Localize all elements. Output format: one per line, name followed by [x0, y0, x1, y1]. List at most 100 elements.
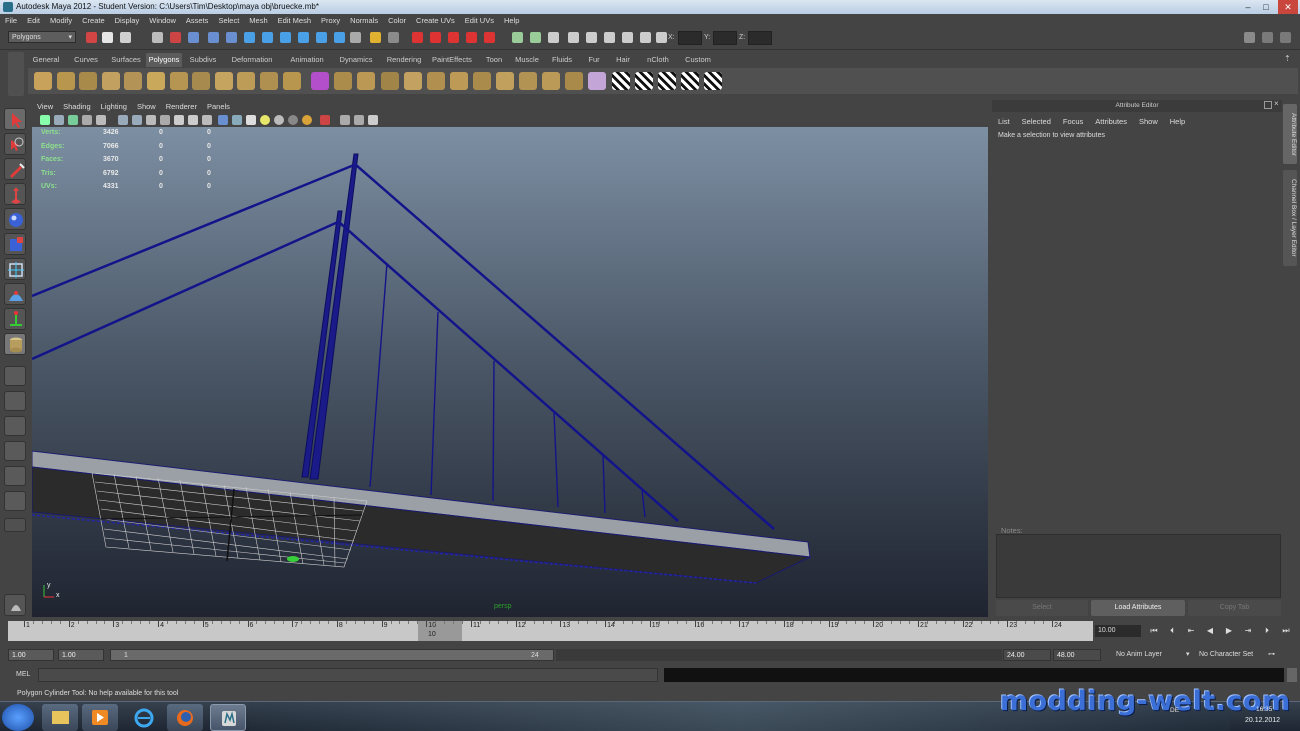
- output-ops-icon[interactable]: [316, 32, 327, 43]
- toggle-attribute-editor-icon[interactable]: [1244, 32, 1255, 43]
- select-by-hierarchy-icon[interactable]: [152, 32, 163, 43]
- anim-layer-dropdown[interactable]: No Anim Layer: [1116, 649, 1162, 661]
- toggle-toolbox-icon[interactable]: [604, 32, 615, 43]
- menu-assets[interactable]: Assets: [181, 14, 214, 28]
- shelf-tab-ncloth[interactable]: nCloth: [640, 53, 676, 67]
- outliner-persp-layout-icon[interactable]: [4, 491, 26, 511]
- z-field[interactable]: [748, 31, 772, 45]
- scale-tool-icon[interactable]: [4, 233, 26, 255]
- spherical-mapping-icon[interactable]: [657, 72, 676, 90]
- move-tool-icon[interactable]: [4, 183, 26, 205]
- snap-to-grid-icon[interactable]: [208, 32, 219, 43]
- xray-joints-icon[interactable]: [368, 115, 378, 125]
- make-live-icon[interactable]: [280, 32, 291, 43]
- select-button[interactable]: Select: [996, 600, 1088, 616]
- toggle-sidebar-icon[interactable]: [586, 32, 597, 43]
- open-scene-icon[interactable]: [102, 32, 113, 43]
- toggle-shelf-icon[interactable]: [512, 32, 523, 43]
- media-player-taskbar-icon[interactable]: [82, 704, 118, 731]
- toggle-panel-icon[interactable]: [568, 32, 579, 43]
- resolution-gate-icon[interactable]: [146, 115, 156, 125]
- xray-icon[interactable]: [340, 115, 350, 125]
- menu-create[interactable]: Create: [77, 14, 110, 28]
- panel-menu-show[interactable]: Show: [132, 101, 161, 113]
- shadows-icon[interactable]: [288, 115, 298, 125]
- attr-menu-focus[interactable]: Focus: [1057, 116, 1089, 128]
- step-back-key-icon[interactable]: ⇤: [1184, 624, 1198, 638]
- grid-icon[interactable]: [118, 115, 128, 125]
- shelf-tab-rendering[interactable]: Rendering: [382, 53, 426, 67]
- animation-end-field[interactable]: 48.00: [1053, 649, 1101, 661]
- toggle-tool-icon[interactable]: [640, 32, 651, 43]
- shelf-tab-painteffects[interactable]: PaintEffects: [428, 53, 476, 67]
- poly-torus-icon[interactable]: [147, 72, 165, 90]
- tray-language[interactable]: DE: [1170, 707, 1179, 714]
- range-slider[interactable]: 1 24: [110, 649, 554, 661]
- separate-icon[interactable]: [311, 72, 330, 90]
- persp-hypershade-layout-icon[interactable]: [4, 466, 26, 486]
- time-slider[interactable]: 10 1 2 3 4 5 6 7 8 9 10 11 12 13 14 15 16 17 18 19 20 21 22 23…: [8, 621, 1093, 641]
- shelf-tab-fluids[interactable]: Fluids: [546, 53, 578, 67]
- wireframe-on-shaded-icon[interactable]: [246, 115, 256, 125]
- shelf-tab-fur[interactable]: Fur: [582, 53, 606, 67]
- field-chart-icon[interactable]: [174, 115, 184, 125]
- current-frame-marker[interactable]: [418, 621, 462, 641]
- gate-mask-icon[interactable]: [160, 115, 170, 125]
- select-tool-icon[interactable]: [4, 108, 26, 130]
- panel-menu-panels[interactable]: Panels: [202, 101, 235, 113]
- internet-explorer-taskbar-icon[interactable]: [126, 704, 162, 731]
- attr-menu-attributes[interactable]: Attributes: [1089, 116, 1133, 128]
- panel-menu-lighting[interactable]: Lighting: [96, 101, 132, 113]
- safe-action-icon[interactable]: [188, 115, 198, 125]
- extract-icon[interactable]: [334, 72, 353, 90]
- paint-select-tool-icon[interactable]: [4, 158, 26, 180]
- float-panel-icon[interactable]: [1264, 101, 1272, 109]
- shelf-tab-curves[interactable]: Curves: [68, 53, 104, 67]
- script-editor-icon[interactable]: [1287, 668, 1297, 682]
- snap-to-curve-icon[interactable]: [226, 32, 237, 43]
- attr-menu-show[interactable]: Show: [1133, 116, 1164, 128]
- mel-input[interactable]: [38, 668, 658, 682]
- explorer-taskbar-icon[interactable]: [42, 704, 78, 731]
- 2d-pan-icon[interactable]: [82, 115, 92, 125]
- menu-mesh[interactable]: Mesh: [244, 14, 272, 28]
- smooth-icon[interactable]: [380, 72, 399, 90]
- perspective-viewport[interactable]: y x Verts: 3426 0 0 Edges: 7066 0 0 Faces: 3670 0 0…: [32, 127, 988, 617]
- lock-icon[interactable]: [370, 32, 381, 43]
- poly-sphere-icon[interactable]: [34, 72, 52, 90]
- load-attributes-button[interactable]: Load Attributes: [1091, 600, 1185, 616]
- planar-mapping-icon[interactable]: [611, 72, 630, 90]
- average-vertices-icon[interactable]: [403, 72, 422, 90]
- shelf-tab-hair[interactable]: Hair: [610, 53, 636, 67]
- panel-menu-renderer[interactable]: Renderer: [161, 101, 202, 113]
- x-field[interactable]: [678, 31, 702, 45]
- current-time-field[interactable]: 10.00: [1095, 625, 1141, 637]
- step-back-frame-icon[interactable]: ⏴: [1165, 624, 1179, 638]
- universal-manipulator-icon[interactable]: [4, 258, 26, 280]
- hardware-texturing-icon[interactable]: [302, 115, 312, 125]
- menu-set-dropdown[interactable]: Polygons ▾: [8, 31, 76, 43]
- menu-edit-uvs[interactable]: Edit UVs: [460, 14, 499, 28]
- menu-normals[interactable]: Normals: [345, 14, 383, 28]
- select-by-component-icon[interactable]: [188, 32, 199, 43]
- menu-modify[interactable]: Modify: [45, 14, 77, 28]
- animation-start-field[interactable]: 1.00: [8, 649, 54, 661]
- rotate-tool-icon[interactable]: [4, 208, 26, 230]
- playback-end-field[interactable]: 24.00: [1003, 649, 1051, 661]
- snap-to-point-icon[interactable]: [244, 32, 255, 43]
- uv-editor-icon[interactable]: [703, 72, 722, 90]
- bevel-icon[interactable]: [519, 72, 538, 90]
- append-polygon-icon[interactable]: [449, 72, 468, 90]
- panel-menu-view[interactable]: View: [32, 101, 58, 113]
- bookmark-icon[interactable]: [54, 115, 64, 125]
- minimize-button[interactable]: –: [1240, 0, 1256, 14]
- poly-platonic-icon[interactable]: [260, 72, 278, 90]
- grease-pencil-icon[interactable]: [96, 115, 106, 125]
- shelf-tab-dynamics[interactable]: Dynamics: [334, 53, 378, 67]
- poly-pipe-icon[interactable]: [192, 72, 211, 90]
- go-to-start-icon[interactable]: ⏮: [1147, 624, 1161, 638]
- quick-layout-icon[interactable]: [4, 594, 26, 616]
- go-to-end-icon[interactable]: ⏭: [1279, 624, 1293, 638]
- poly-cylinder-icon[interactable]: [79, 72, 98, 90]
- play-forwards-icon[interactable]: ▶: [1222, 624, 1236, 638]
